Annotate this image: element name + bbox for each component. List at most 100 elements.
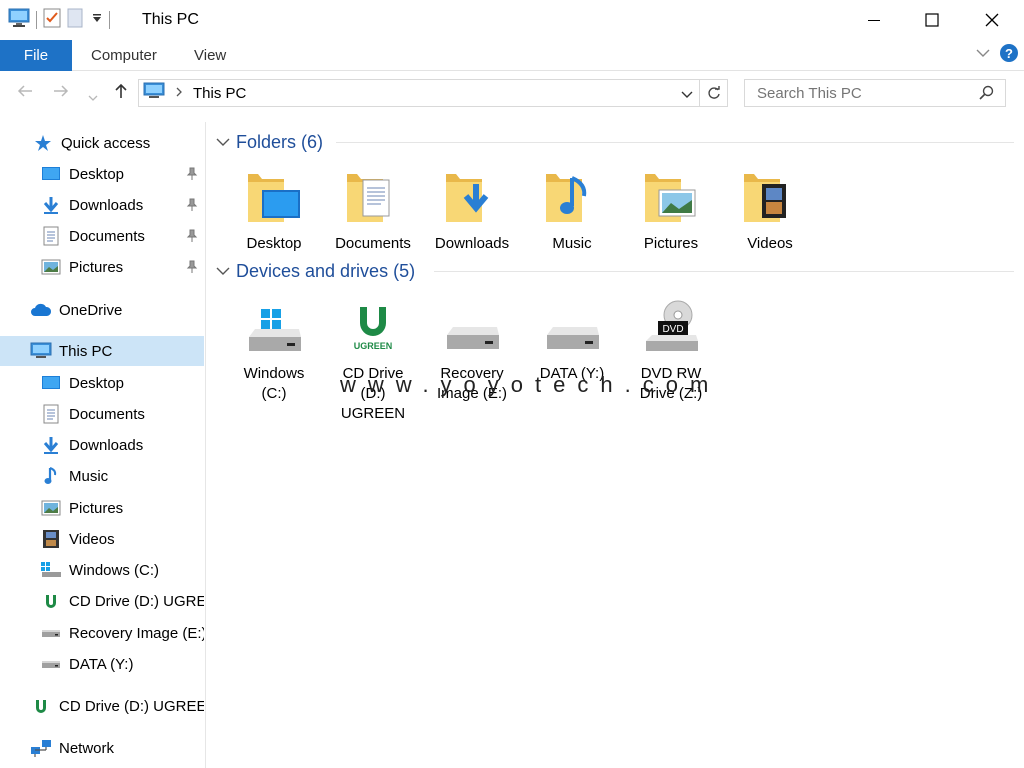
sidebar-item-network[interactable]: Network (0, 733, 204, 763)
cloud-icon (30, 299, 52, 321)
sidebar-item-documents[interactable]: Documents (0, 221, 204, 251)
windows-drive-icon (40, 559, 62, 581)
refresh-icon (707, 86, 720, 99)
ugreen-icon (30, 695, 52, 717)
collapse-chevron-icon[interactable] (216, 266, 230, 276)
picture-icon (40, 256, 62, 278)
new-folder-icon[interactable] (67, 8, 85, 33)
desktop-icon (40, 372, 62, 394)
videos-folder-icon (738, 166, 802, 230)
chevron-down-icon (88, 95, 98, 101)
folders-group-header[interactable]: Folders (6) (216, 129, 1016, 155)
desktop-folder-icon (242, 166, 306, 230)
folder-documents[interactable]: Documents (327, 166, 419, 254)
chevron-down-icon (681, 91, 693, 98)
forward-button[interactable] (52, 82, 70, 105)
sidebar-item-cd-drive-d[interactable]: CD Drive (D:) UGREEN (0, 586, 204, 616)
pin-icon[interactable] (186, 260, 198, 278)
up-button[interactable] (112, 82, 130, 105)
minimize-icon (868, 20, 880, 21)
drive-cd-d-ugreen[interactable]: UGREEN CD Drive (D:) UGREEN (327, 296, 419, 424)
quick-access-toolbar (8, 8, 110, 32)
navigation-pane: Quick access Desktop Downloads Documents… (0, 122, 206, 768)
drive-windows-c[interactable]: Windows (C:) (228, 296, 320, 404)
sidebar-item-music[interactable]: Music (0, 461, 204, 491)
sidebar-item-pictures[interactable]: Pictures (0, 252, 204, 282)
devices-group-header[interactable]: Devices and drives (5) (216, 258, 1016, 284)
computer-icon[interactable] (8, 8, 30, 33)
group-divider (336, 142, 1014, 143)
drive-icon (40, 653, 62, 675)
picture-icon (40, 497, 62, 519)
download-arrow-icon (40, 194, 62, 216)
star-icon (32, 132, 54, 154)
folder-videos[interactable]: Videos (724, 166, 816, 254)
sidebar-item-this-pc-pictures[interactable]: Pictures (0, 493, 204, 523)
expand-ribbon-chevron-icon[interactable] (976, 48, 990, 58)
pin-icon[interactable] (186, 229, 198, 247)
title-bar: This PC (0, 0, 1024, 40)
sidebar-item-this-pc-documents[interactable]: Documents (0, 399, 204, 429)
content-pane: Folders (6) Desktop Documents Downloads … (206, 122, 1024, 768)
sidebar-item-windows-c[interactable]: Windows (C:) (0, 555, 204, 585)
pictures-folder-icon (639, 166, 703, 230)
drive-data-y[interactable]: DATA (Y:) (526, 296, 618, 384)
computer-icon (143, 82, 165, 105)
search-icon[interactable] (979, 85, 995, 106)
forward-arrow-icon (54, 85, 69, 97)
sidebar-item-onedrive[interactable]: OneDrive (0, 295, 204, 325)
properties-icon[interactable] (43, 8, 61, 33)
breadcrumb-this-pc[interactable]: This PC (193, 85, 246, 102)
sidebar-item-recovery-e[interactable]: Recovery Image (E:) (0, 618, 204, 648)
refresh-button[interactable] (699, 80, 727, 106)
sidebar-item-videos[interactable]: Videos (0, 524, 204, 554)
music-folder-icon (540, 166, 604, 230)
tab-computer[interactable]: Computer (73, 40, 175, 71)
pin-icon[interactable] (186, 198, 198, 216)
maximize-button[interactable] (902, 0, 962, 40)
ribbon-controls: ? (976, 44, 1018, 62)
dvd-drive-icon: DVD (639, 296, 703, 360)
breadcrumb-separator-icon[interactable] (175, 84, 183, 102)
computer-icon (30, 340, 52, 362)
watermark-text: www.yoyotech.com (340, 372, 721, 397)
search-input[interactable] (755, 83, 975, 103)
close-button[interactable] (962, 0, 1022, 40)
windows-drive-icon (242, 296, 306, 360)
sidebar-item-downloads[interactable]: Downloads (0, 190, 204, 220)
sidebar-item-quick-access[interactable]: Quick access (0, 128, 204, 158)
ugreen-cd-drive-icon: UGREEN (341, 296, 405, 360)
sidebar-item-desktop[interactable]: Desktop (0, 159, 204, 189)
document-icon (40, 403, 62, 425)
search-box[interactable] (744, 79, 1006, 107)
folder-desktop[interactable]: Desktop (228, 166, 320, 254)
hard-drive-icon (440, 296, 504, 360)
sidebar-item-this-pc[interactable]: This PC (0, 336, 204, 366)
maximize-icon (925, 13, 939, 27)
recent-locations-button[interactable] (88, 86, 98, 107)
folder-downloads[interactable]: Downloads (426, 166, 518, 254)
sidebar-item-data-y[interactable]: DATA (Y:) (0, 649, 204, 679)
ugreen-icon (40, 590, 62, 612)
tab-file[interactable]: File (0, 40, 72, 71)
sidebar-item-cd-drive-d-root[interactable]: CD Drive (D:) UGREEN (0, 691, 204, 721)
collapse-chevron-icon[interactable] (216, 137, 230, 147)
help-icon[interactable]: ? (1000, 44, 1018, 62)
address-bar[interactable]: This PC (138, 79, 728, 107)
ribbon-tabs: File Computer View ? (0, 40, 1024, 71)
back-arrow-icon (17, 85, 32, 97)
minimize-button[interactable] (844, 0, 904, 40)
customize-toolbar-dropdown-icon[interactable] (91, 11, 103, 29)
toolbar-separator (109, 11, 110, 29)
folder-pictures[interactable]: Pictures (625, 166, 717, 254)
tab-view[interactable]: View (176, 40, 244, 71)
sidebar-item-this-pc-desktop[interactable]: Desktop (0, 368, 204, 398)
back-button[interactable] (16, 82, 34, 105)
svg-text:UGREEN: UGREEN (354, 341, 393, 351)
navigation-bar: This PC (0, 76, 1024, 112)
sidebar-item-this-pc-downloads[interactable]: Downloads (0, 430, 204, 460)
address-history-dropdown[interactable] (681, 86, 693, 104)
window-title: This PC (142, 11, 199, 28)
pin-icon[interactable] (186, 167, 198, 185)
folder-music[interactable]: Music (526, 166, 618, 254)
